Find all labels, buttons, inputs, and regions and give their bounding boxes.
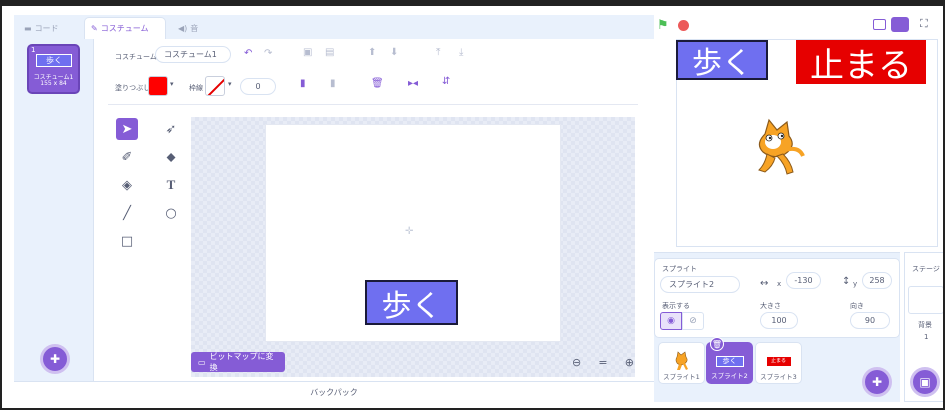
screenshot-border — [0, 0, 945, 410]
